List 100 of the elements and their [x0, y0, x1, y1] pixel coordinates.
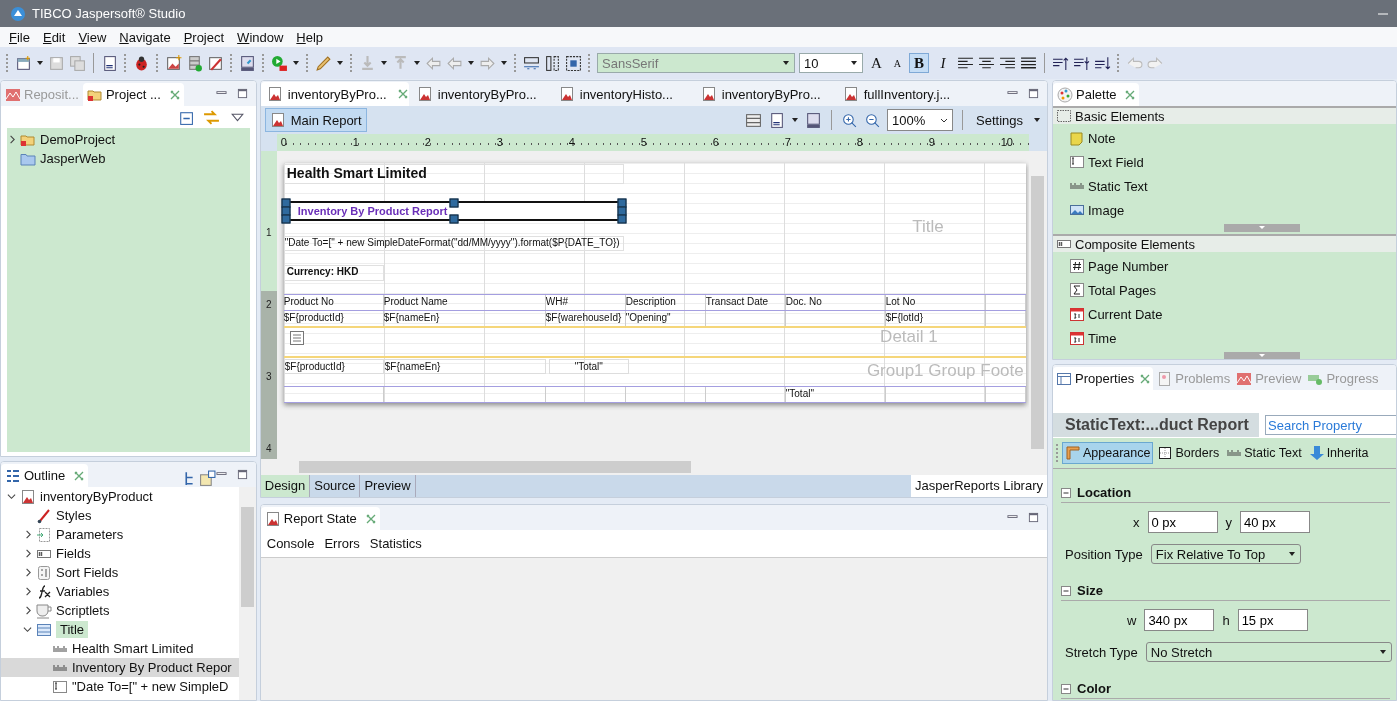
font-size-dropdown[interactable]: 10	[799, 53, 863, 73]
settings-menu[interactable]: Settings	[972, 112, 1027, 128]
input-field[interactable]: 340 px	[1144, 609, 1215, 631]
view-tab[interactable]: Preview	[360, 475, 416, 497]
close-icon[interactable]	[365, 513, 376, 524]
expand-handle[interactable]	[1224, 224, 1300, 232]
column-header[interactable]: WH#	[545, 295, 626, 310]
selection-frame[interactable]: Inventory By Product Report	[283, 201, 624, 221]
column-header[interactable]: Description	[625, 295, 706, 310]
tree-item[interactable]: Fields	[1, 544, 239, 563]
report-text[interactable]: Health Smart Limited	[283, 164, 624, 184]
field-cell[interactable]: $F{lotId}	[885, 311, 986, 326]
caret-icon[interactable]	[791, 116, 799, 124]
caret-icon[interactable]	[292, 59, 300, 67]
view-tab[interactable]: Source	[310, 475, 361, 497]
monitor-icon[interactable]	[239, 54, 256, 72]
property-tab[interactable]: Static Text	[1223, 442, 1305, 464]
tree-item[interactable]: Parameters	[1, 525, 239, 544]
field-cell[interactable]: "Opening"	[625, 311, 706, 326]
scrollbar[interactable]	[260, 459, 1047, 475]
property-tab[interactable]: Inherita	[1305, 442, 1372, 464]
view-tab[interactable]: Design	[260, 475, 311, 497]
palette-item[interactable]: Note	[1069, 126, 1396, 150]
tree-item[interactable]: inventoryByProduct	[1, 487, 239, 506]
binary-file-icon[interactable]	[768, 111, 785, 129]
report-text[interactable]: Currency: HKD	[283, 265, 384, 281]
palette-item[interactable]: Static Text	[1069, 174, 1396, 198]
panel-tab[interactable]: Properties	[1053, 367, 1154, 390]
editor-tab[interactable]: inventoryByPro...	[694, 82, 835, 106]
palette-item[interactable]: Page Number	[1069, 254, 1396, 278]
row-layout-icon[interactable]	[523, 54, 540, 72]
close-icon[interactable]	[169, 89, 180, 100]
panel-tab[interactable]: Palette	[1053, 83, 1140, 106]
editor-tab[interactable]: inventoryByPro...	[260, 82, 409, 106]
report-text[interactable]: "Date To=[" + new SimpleDateFormat("dd/MM/yyyy").format($P{DATE_TO})	[283, 236, 624, 251]
palette-item[interactable]: Time	[1069, 326, 1396, 350]
field-cell[interactable]: $F{productId}	[283, 311, 384, 326]
zoom-dropdown[interactable]: 100%	[887, 109, 953, 131]
tree-item[interactable]: Styles	[1, 506, 239, 525]
tree-item[interactable]: Sort Fields	[1, 563, 239, 582]
menu-item[interactable]: Help	[290, 29, 331, 45]
column-header[interactable]: Transact Date	[705, 295, 786, 310]
field-cell[interactable]: $F{nameEn}	[383, 359, 546, 374]
chevron-down-icon[interactable]	[7, 491, 16, 502]
editor-tab[interactable]: inventoryByPro...	[410, 82, 551, 106]
field-cell[interactable]: $F{nameEn}	[383, 311, 546, 326]
shrink-font-button[interactable]: A	[889, 57, 906, 69]
palette-item[interactable]: Image	[1069, 198, 1396, 222]
tree-item[interactable]: Variables	[1, 582, 239, 601]
sub-tab[interactable]: Statistics	[369, 536, 422, 551]
sub-tab[interactable]: Errors	[324, 536, 360, 551]
caret-icon[interactable]	[36, 59, 44, 67]
palette-section-header[interactable]: Composite Elements	[1053, 234, 1396, 252]
field-cell[interactable]: "Total"	[548, 359, 629, 374]
caret-icon[interactable]	[500, 59, 508, 67]
collapse-icon[interactable]	[1061, 487, 1071, 498]
thumbnail-icon[interactable]	[198, 470, 216, 487]
palette-section-header[interactable]: Basic Elements	[1053, 106, 1396, 124]
bug-icon[interactable]	[133, 54, 150, 72]
maximize-icon[interactable]	[236, 469, 248, 480]
tree-item[interactable]: DemoProject	[7, 130, 250, 149]
collapse-icon[interactable]	[1061, 585, 1071, 596]
maximize-icon[interactable]	[1028, 512, 1039, 523]
column-layout-icon[interactable]	[544, 54, 561, 72]
caret-icon[interactable]	[336, 59, 344, 67]
field-cell[interactable]: "Total"	[785, 387, 886, 402]
zoom-out-icon[interactable]	[864, 111, 881, 129]
align-bottom-icon[interactable]	[1094, 54, 1112, 72]
italic-button[interactable]: I	[933, 53, 954, 73]
field-cell[interactable]: $F{productId}	[283, 359, 384, 374]
tree-item[interactable]: "Date To=[" + new SimpleD	[1, 677, 239, 696]
caret-icon[interactable]	[413, 59, 421, 67]
input-field[interactable]: 0 px	[1147, 511, 1218, 533]
report-text[interactable]: Inventory By Product Report	[295, 204, 450, 218]
menu-item[interactable]: View	[72, 29, 114, 45]
menu-item[interactable]: Navigate	[113, 29, 178, 45]
chevron-right-icon[interactable]	[7, 134, 16, 145]
maximize-icon[interactable]	[236, 88, 248, 99]
chevron-right-icon[interactable]	[23, 567, 32, 578]
font-family-dropdown[interactable]: SansSerif	[597, 53, 795, 73]
scrollbar[interactable]	[238, 487, 256, 700]
column-header[interactable]: Doc. No	[785, 295, 886, 310]
maximize-icon[interactable]	[1028, 88, 1039, 99]
palette-item[interactable]: Current Date	[1069, 302, 1396, 326]
panel-tab[interactable]: Report State	[260, 507, 380, 530]
input-field[interactable]: 15 px	[1237, 609, 1308, 631]
field-cell[interactable]: $F{warehouseId}	[545, 311, 626, 326]
menu-item[interactable]: Window	[231, 29, 291, 45]
menu-item[interactable]: File	[3, 29, 37, 45]
input-field[interactable]: 40 px	[1240, 511, 1310, 533]
binary-file-icon[interactable]	[101, 54, 118, 72]
position-type-dropdown[interactable]: Fix Relative To Top	[1150, 544, 1301, 564]
new-file-icon[interactable]	[15, 54, 32, 72]
band-list-icon[interactable]	[745, 111, 762, 129]
caret-icon[interactable]	[1033, 116, 1041, 124]
menu-item[interactable]: Project	[177, 29, 232, 45]
monitor-icon[interactable]	[805, 111, 822, 129]
expand-handle[interactable]	[1224, 352, 1300, 359]
tree-item[interactable]: Title	[1, 620, 239, 639]
sub-tab[interactable]: Console	[266, 536, 315, 551]
